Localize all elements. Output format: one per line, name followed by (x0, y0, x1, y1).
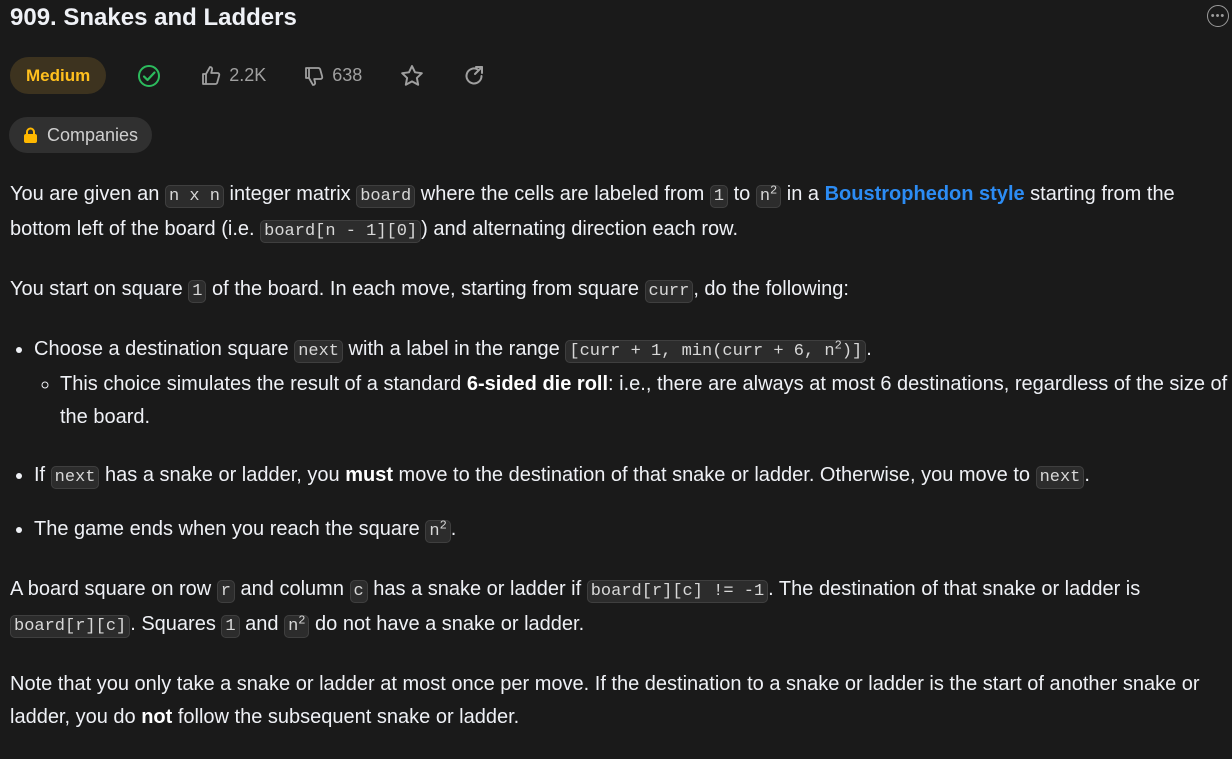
companies-button[interactable]: Companies (9, 117, 153, 153)
text: and (239, 613, 285, 635)
description-paragraph-1: You are given an n x n integer matrix bo… (10, 178, 1228, 248)
list-item: If next has a snake or ladder, you must … (34, 459, 1228, 494)
text: has a snake or ladder if (367, 578, 587, 600)
superscript: 2 (298, 613, 306, 628)
likes-count: 2.2K (229, 65, 267, 85)
text: A board square on row (10, 578, 217, 600)
code-text: n (288, 617, 299, 636)
text: move to the destination of that snake or… (393, 464, 1036, 486)
inline-code: n x n (164, 185, 224, 208)
boustrophedon-link[interactable]: Boustrophedon style (825, 183, 1025, 205)
text: integer matrix (223, 183, 357, 205)
more-options-icon[interactable]: ••• (1207, 5, 1229, 27)
text: where the cells are labeled from (415, 183, 710, 205)
like-button[interactable]: 2.2K (199, 64, 266, 88)
text: follow the subsequent snake or ladder. (172, 706, 520, 728)
text: . The destination of that snake or ladde… (768, 578, 1141, 600)
favorite-button[interactable] (399, 63, 425, 89)
inline-code: board[r][c] (10, 615, 131, 638)
text: has a snake or ladder, you (99, 464, 346, 486)
text: ) and alternating direction each row. (421, 218, 739, 240)
sub-list: This choice simulates the result of a st… (34, 368, 1228, 434)
superscript: 2 (770, 183, 778, 198)
companies-label: Companies (47, 124, 139, 145)
list-item: Choose a destination square next with a … (34, 333, 1228, 434)
text: . (450, 518, 457, 540)
inline-code: 1 (221, 615, 240, 638)
list-item: The game ends when you reach the square … (34, 513, 1228, 548)
inline-code: r (216, 580, 235, 603)
inline-code: next (50, 466, 100, 489)
inline-code: board[n - 1][0] (260, 220, 422, 243)
inline-code: curr (644, 280, 694, 303)
code-text: n (759, 187, 771, 206)
dislikes-count: 638 (332, 65, 363, 85)
inline-code: 1 (188, 280, 207, 303)
inline-code: board (356, 185, 416, 208)
superscript: 2 (834, 338, 842, 353)
text: If (34, 464, 51, 486)
text: with a label in the range (343, 338, 566, 360)
text: . (866, 338, 872, 360)
text: You start on square (10, 278, 189, 300)
problem-title: 909. Snakes and Ladders (10, 4, 297, 31)
bold-text: not (141, 706, 173, 728)
code-text: )] (841, 342, 863, 361)
text: to (728, 183, 756, 205)
text: . (1084, 464, 1090, 486)
difficulty-badge: Medium (10, 57, 107, 94)
text: The game ends when you reach the square (34, 518, 426, 540)
text: in a (781, 183, 825, 205)
description-paragraph-4: Note that you only take a snake or ladde… (10, 668, 1228, 734)
text: do not have a snake or ladder. (309, 613, 585, 635)
text: You are given an (10, 183, 165, 205)
thumbs-up-icon (202, 65, 221, 85)
dislike-button[interactable]: 638 (302, 64, 362, 88)
list-item: This choice simulates the result of a st… (60, 368, 1228, 434)
inline-code: next (294, 340, 343, 363)
inline-code: next (1035, 466, 1085, 489)
bold-text: must (345, 464, 393, 486)
rules-list: Choose a destination square next with a … (10, 333, 1228, 548)
lock-icon (24, 127, 37, 143)
code-text: n (429, 522, 440, 541)
inline-code: n2 (755, 183, 782, 208)
problem-description: You are given an n x n integer matrix bo… (10, 178, 1228, 759)
share-button[interactable] (462, 64, 486, 88)
text: and column (235, 578, 350, 600)
inline-code: 1 (709, 185, 729, 208)
share-icon (465, 65, 484, 84)
text: of the board. In each move, starting fro… (206, 278, 645, 300)
inline-code: c (349, 580, 368, 603)
description-paragraph-3: A board square on row r and column c has… (10, 573, 1228, 643)
star-icon (401, 64, 424, 86)
text: Choose a destination square (34, 338, 295, 360)
inline-code: board[r][c] != -1 (586, 580, 769, 603)
text: . Squares (130, 613, 222, 635)
text: This choice simulates the result of a st… (60, 373, 467, 395)
bold-text: 6-sided die roll (466, 373, 609, 395)
thumbs-down-icon (305, 66, 324, 86)
inline-code: n2 (284, 613, 310, 638)
inline-code: n2 (425, 518, 451, 543)
code-text: [curr + 1, min(curr + 6, n (569, 342, 835, 361)
description-paragraph-2: You start on square 1 of the board. In e… (10, 273, 1228, 308)
inline-code: [curr + 1, min(curr + 6, n2)] (565, 338, 867, 363)
text: , do the following: (693, 278, 849, 300)
superscript: 2 (439, 518, 447, 533)
solved-check-icon (137, 64, 161, 88)
problem-meta-row: Medium 2.2K 638 (10, 57, 486, 94)
